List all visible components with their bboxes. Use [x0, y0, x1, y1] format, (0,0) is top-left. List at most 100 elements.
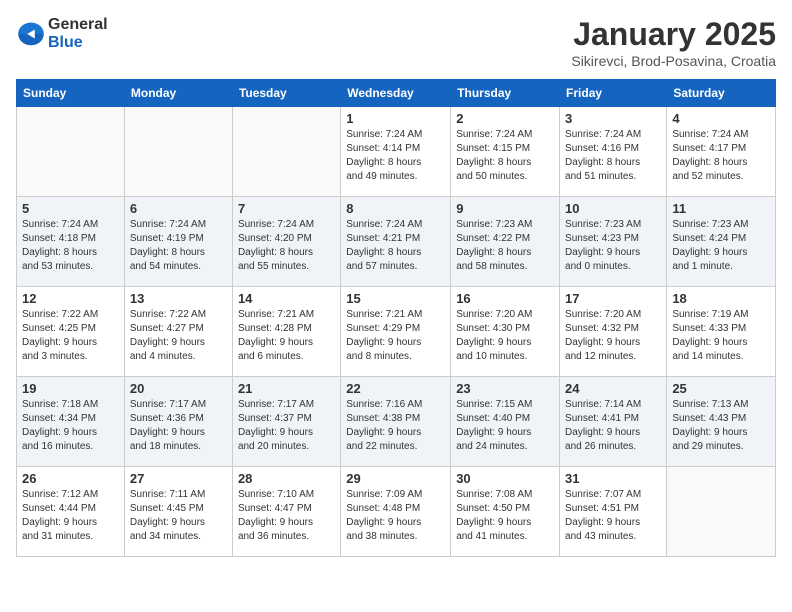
day-info: Sunrise: 7:20 AM Sunset: 4:32 PM Dayligh…	[565, 308, 661, 364]
logo: General Blue	[16, 16, 108, 52]
calendar-day-cell: 17 Sunrise: 7:20 AM Sunset: 4:32 PM Dayli…	[560, 287, 667, 377]
calendar-day-cell: 23 Sunrise: 7:15 AM Sunset: 4:40 PM Dayli…	[451, 377, 560, 467]
day-number: 9	[456, 201, 554, 216]
logo-general: General	[48, 16, 108, 33]
day-number: 15	[346, 291, 445, 306]
calendar-day-cell: 1 Sunrise: 7:24 AM Sunset: 4:14 PM Daylig…	[341, 107, 451, 197]
calendar-day-cell: 12Sunrise: 7:22 AM Sunset: 4:25 PM Dayli…	[17, 287, 125, 377]
calendar-day-cell: 26 Sunrise: 7:12 AM Sunset: 4:44 PM Dayli…	[17, 467, 125, 557]
calendar-day-cell: 18 Sunrise: 7:19 AM Sunset: 4:33 PM Dayli…	[667, 287, 776, 377]
calendar-day-cell: 31Sunrise: 7:07 AM Sunset: 4:51 PM Dayli…	[560, 467, 667, 557]
day-info: Sunrise: 7:24 AM Sunset: 4:21 PM Dayligh…	[346, 218, 445, 274]
day-info: Sunrise: 7:21 AM Sunset: 4:28 PM Dayligh…	[238, 308, 335, 364]
day-number: 24	[565, 381, 661, 396]
day-number: 11	[672, 201, 770, 216]
day-number: 31	[565, 471, 661, 486]
day-number: 16	[456, 291, 554, 306]
day-info: Sunrise: 7:23 AM Sunset: 4:22 PM Dayligh…	[456, 218, 554, 274]
calendar-day-cell: 20Sunrise: 7:17 AM Sunset: 4:36 PM Dayli…	[124, 377, 232, 467]
calendar-day-cell: 25Sunrise: 7:13 AM Sunset: 4:43 PM Dayli…	[667, 377, 776, 467]
calendar-day-cell	[124, 107, 232, 197]
day-number: 14	[238, 291, 335, 306]
logo-icon	[16, 19, 46, 49]
day-number: 22	[346, 381, 445, 396]
calendar-week-row: 26 Sunrise: 7:12 AM Sunset: 4:44 PM Dayli…	[17, 467, 776, 557]
calendar-day-cell: 15 Sunrise: 7:21 AM Sunset: 4:29 PM Dayli…	[341, 287, 451, 377]
calendar-day-cell: 3 Sunrise: 7:24 AM Sunset: 4:16 PM Daylig…	[560, 107, 667, 197]
calendar-day-header: Tuesday	[232, 80, 340, 107]
day-info: Sunrise: 7:22 AM Sunset: 4:27 PM Dayligh…	[130, 308, 227, 364]
day-info: Sunrise: 7:15 AM Sunset: 4:40 PM Dayligh…	[456, 398, 554, 454]
day-info: Sunrise: 7:24 AM Sunset: 4:16 PM Dayligh…	[565, 128, 661, 184]
day-number: 6	[130, 201, 227, 216]
day-number: 1	[346, 111, 445, 126]
day-number: 18	[672, 291, 770, 306]
day-number: 28	[238, 471, 335, 486]
day-info: Sunrise: 7:24 AM Sunset: 4:14 PM Dayligh…	[346, 128, 445, 184]
calendar-day-cell	[232, 107, 340, 197]
day-number: 4	[672, 111, 770, 126]
calendar-day-cell: 24 Sunrise: 7:14 AM Sunset: 4:41 PM Dayli…	[560, 377, 667, 467]
day-number: 17	[565, 291, 661, 306]
logo-blue: Blue	[48, 34, 83, 51]
calendar-day-cell: 16 Sunrise: 7:20 AM Sunset: 4:30 PM Dayli…	[451, 287, 560, 377]
day-info: Sunrise: 7:22 AM Sunset: 4:25 PM Dayligh…	[22, 308, 119, 364]
calendar-day-cell: 7Sunrise: 7:24 AM Sunset: 4:20 PM Daylig…	[232, 197, 340, 287]
day-info: Sunrise: 7:17 AM Sunset: 4:36 PM Dayligh…	[130, 398, 227, 454]
calendar-day-cell: 21Sunrise: 7:17 AM Sunset: 4:37 PM Dayli…	[232, 377, 340, 467]
calendar-day-cell: 5 Sunrise: 7:24 AM Sunset: 4:18 PM Daylig…	[17, 197, 125, 287]
day-number: 13	[130, 291, 227, 306]
calendar-day-cell: 14 Sunrise: 7:21 AM Sunset: 4:28 PM Dayli…	[232, 287, 340, 377]
calendar-day-cell: 10Sunrise: 7:23 AM Sunset: 4:23 PM Dayli…	[560, 197, 667, 287]
day-info: Sunrise: 7:11 AM Sunset: 4:45 PM Dayligh…	[130, 488, 227, 544]
calendar-day-cell	[17, 107, 125, 197]
day-number: 29	[346, 471, 445, 486]
calendar-day-header: Sunday	[17, 80, 125, 107]
day-info: Sunrise: 7:24 AM Sunset: 4:15 PM Dayligh…	[456, 128, 554, 184]
day-number: 30	[456, 471, 554, 486]
day-number: 7	[238, 201, 335, 216]
day-info: Sunrise: 7:20 AM Sunset: 4:30 PM Dayligh…	[456, 308, 554, 364]
day-info: Sunrise: 7:24 AM Sunset: 4:18 PM Dayligh…	[22, 218, 119, 274]
calendar-week-row: 5 Sunrise: 7:24 AM Sunset: 4:18 PM Daylig…	[17, 197, 776, 287]
day-info: Sunrise: 7:16 AM Sunset: 4:38 PM Dayligh…	[346, 398, 445, 454]
calendar-week-row: 1 Sunrise: 7:24 AM Sunset: 4:14 PM Daylig…	[17, 107, 776, 197]
calendar-week-row: 19Sunrise: 7:18 AM Sunset: 4:34 PM Dayli…	[17, 377, 776, 467]
location-subtitle: Sikirevci, Brod-Posavina, Croatia	[571, 53, 776, 69]
day-info: Sunrise: 7:19 AM Sunset: 4:33 PM Dayligh…	[672, 308, 770, 364]
day-number: 3	[565, 111, 661, 126]
day-info: Sunrise: 7:23 AM Sunset: 4:24 PM Dayligh…	[672, 218, 770, 274]
calendar-day-cell	[667, 467, 776, 557]
day-info: Sunrise: 7:24 AM Sunset: 4:19 PM Dayligh…	[130, 218, 227, 274]
day-info: Sunrise: 7:08 AM Sunset: 4:50 PM Dayligh…	[456, 488, 554, 544]
calendar-week-row: 12Sunrise: 7:22 AM Sunset: 4:25 PM Dayli…	[17, 287, 776, 377]
calendar-day-cell: 19Sunrise: 7:18 AM Sunset: 4:34 PM Dayli…	[17, 377, 125, 467]
title-block: January 2025 Sikirevci, Brod-Posavina, C…	[571, 16, 776, 69]
calendar-day-cell: 8 Sunrise: 7:24 AM Sunset: 4:21 PM Daylig…	[341, 197, 451, 287]
day-info: Sunrise: 7:09 AM Sunset: 4:48 PM Dayligh…	[346, 488, 445, 544]
day-number: 21	[238, 381, 335, 396]
calendar-day-cell: 28 Sunrise: 7:10 AM Sunset: 4:47 PM Dayli…	[232, 467, 340, 557]
calendar-day-header: Friday	[560, 80, 667, 107]
calendar-day-cell: 13 Sunrise: 7:22 AM Sunset: 4:27 PM Dayli…	[124, 287, 232, 377]
day-number: 26	[22, 471, 119, 486]
day-number: 2	[456, 111, 554, 126]
day-info: Sunrise: 7:12 AM Sunset: 4:44 PM Dayligh…	[22, 488, 119, 544]
calendar-day-cell: 2 Sunrise: 7:24 AM Sunset: 4:15 PM Daylig…	[451, 107, 560, 197]
day-info: Sunrise: 7:21 AM Sunset: 4:29 PM Dayligh…	[346, 308, 445, 364]
calendar-day-cell: 29 Sunrise: 7:09 AM Sunset: 4:48 PM Dayli…	[341, 467, 451, 557]
day-number: 23	[456, 381, 554, 396]
day-number: 8	[346, 201, 445, 216]
calendar-header-row: SundayMondayTuesdayWednesdayThursdayFrid…	[17, 80, 776, 107]
calendar-table: SundayMondayTuesdayWednesdayThursdayFrid…	[16, 79, 776, 557]
day-number: 5	[22, 201, 119, 216]
day-number: 25	[672, 381, 770, 396]
month-title: January 2025	[571, 16, 776, 53]
calendar-day-header: Monday	[124, 80, 232, 107]
day-info: Sunrise: 7:10 AM Sunset: 4:47 PM Dayligh…	[238, 488, 335, 544]
calendar-body: 1 Sunrise: 7:24 AM Sunset: 4:14 PM Daylig…	[17, 107, 776, 557]
calendar-day-cell: 27Sunrise: 7:11 AM Sunset: 4:45 PM Dayli…	[124, 467, 232, 557]
day-number: 19	[22, 381, 119, 396]
day-info: Sunrise: 7:14 AM Sunset: 4:41 PM Dayligh…	[565, 398, 661, 454]
calendar-day-cell: 30 Sunrise: 7:08 AM Sunset: 4:50 PM Dayli…	[451, 467, 560, 557]
